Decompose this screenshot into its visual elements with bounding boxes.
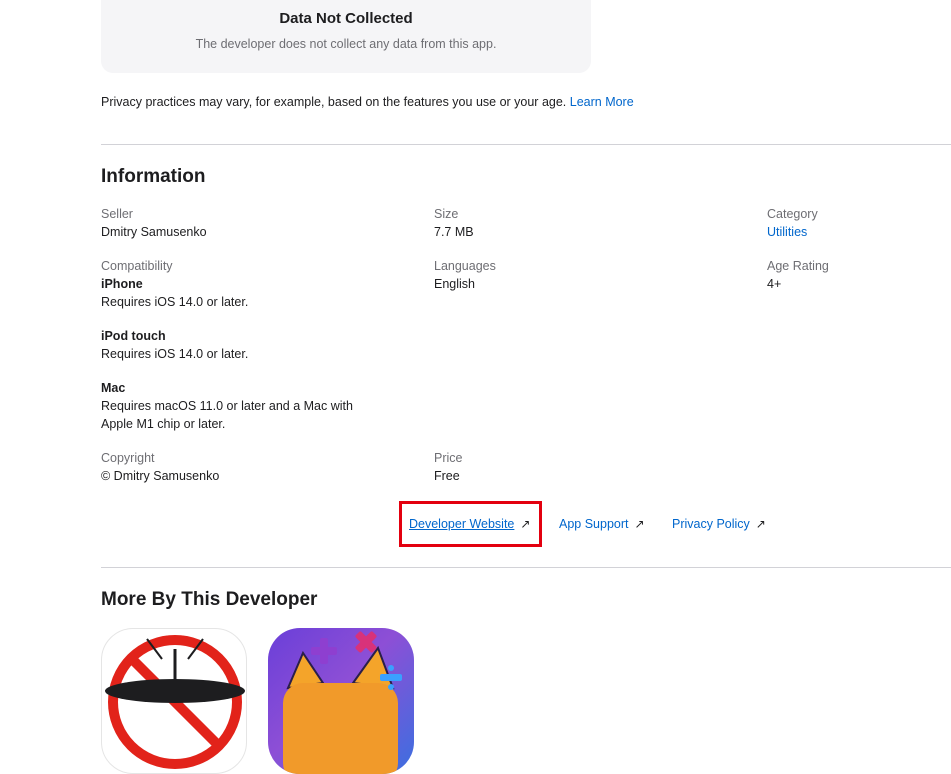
privacy-note: Privacy practices may vary, for example,… <box>101 95 634 109</box>
compat-device-mac: Mac <box>101 381 126 395</box>
size-value: 7.7 MB <box>434 225 474 239</box>
section-divider <box>101 144 951 145</box>
languages-value: English <box>434 277 475 291</box>
privacy-card-description: The developer does not collect any data … <box>195 37 497 51</box>
section-divider <box>101 567 951 568</box>
fox-math-icon <box>283 631 402 774</box>
app-support-label: App Support <box>559 517 629 531</box>
seller-cell: Seller Dmitry Samusenko <box>101 205 207 241</box>
price-value: Free <box>434 469 460 483</box>
privacy-note-text: Privacy practices may vary, for example,… <box>101 95 570 109</box>
price-label: Price <box>434 451 463 465</box>
age-rating-cell: Age Rating 4+ <box>767 257 829 293</box>
category-cell: Category Utilities <box>767 205 818 241</box>
category-label: Category <box>767 207 818 221</box>
information-heading: Information <box>101 166 206 187</box>
compat-device-iphone: iPhone <box>101 277 143 291</box>
compat-device-ipod: iPod touch <box>101 329 166 343</box>
learn-more-link[interactable]: Learn More <box>570 95 634 109</box>
price-cell: Price Free <box>434 449 462 485</box>
mosquito-icon <box>105 635 245 769</box>
app-support-link[interactable]: App Support ↗ <box>559 517 645 531</box>
more-by-developer-heading: More By This Developer <box>101 589 318 610</box>
privacy-policy-link[interactable]: Privacy Policy ↗ <box>672 517 766 531</box>
compatibility-label: Compatibility <box>101 259 173 273</box>
app-icon-math-fox[interactable] <box>268 628 414 774</box>
developer-website-label: Developer Website <box>409 517 515 531</box>
age-rating-label: Age Rating <box>767 259 829 273</box>
compat-requirement-mac-line2: Apple M1 chip or later. <box>101 417 226 431</box>
seller-label: Seller <box>101 207 133 221</box>
languages-cell: Languages English <box>434 257 496 293</box>
copyright-label: Copyright <box>101 451 155 465</box>
seller-value: Dmitry Samusenko <box>101 225 207 239</box>
external-arrow-icon: ↗ <box>755 517 766 531</box>
external-arrow-icon: ↗ <box>520 517 531 531</box>
copyright-cell: Copyright © Dmitry Samusenko <box>101 449 219 485</box>
app-icon-mosquito[interactable] <box>101 628 247 774</box>
languages-label: Languages <box>434 259 496 273</box>
compat-requirement-ipod: Requires iOS 14.0 or later. <box>101 347 249 361</box>
external-arrow-icon: ↗ <box>634 517 645 531</box>
privacy-card: Data Not Collected The developer does no… <box>101 0 591 73</box>
compat-requirement-mac-line1: Requires macOS 11.0 or later and a Mac w… <box>101 399 353 413</box>
compatibility-cell: Compatibility iPhone Requires iOS 14.0 o… <box>101 257 353 433</box>
category-link[interactable]: Utilities <box>767 223 818 241</box>
privacy-policy-label: Privacy Policy <box>672 517 750 531</box>
developer-website-link[interactable]: Developer Website ↗ <box>409 517 530 531</box>
copyright-value: © Dmitry Samusenko <box>101 469 220 483</box>
privacy-card-title: Data Not Collected <box>279 10 413 27</box>
age-rating-value: 4+ <box>767 277 782 291</box>
size-label: Size <box>434 207 459 221</box>
size-cell: Size 7.7 MB <box>434 205 474 241</box>
compat-requirement-iphone: Requires iOS 14.0 or later. <box>101 295 249 309</box>
